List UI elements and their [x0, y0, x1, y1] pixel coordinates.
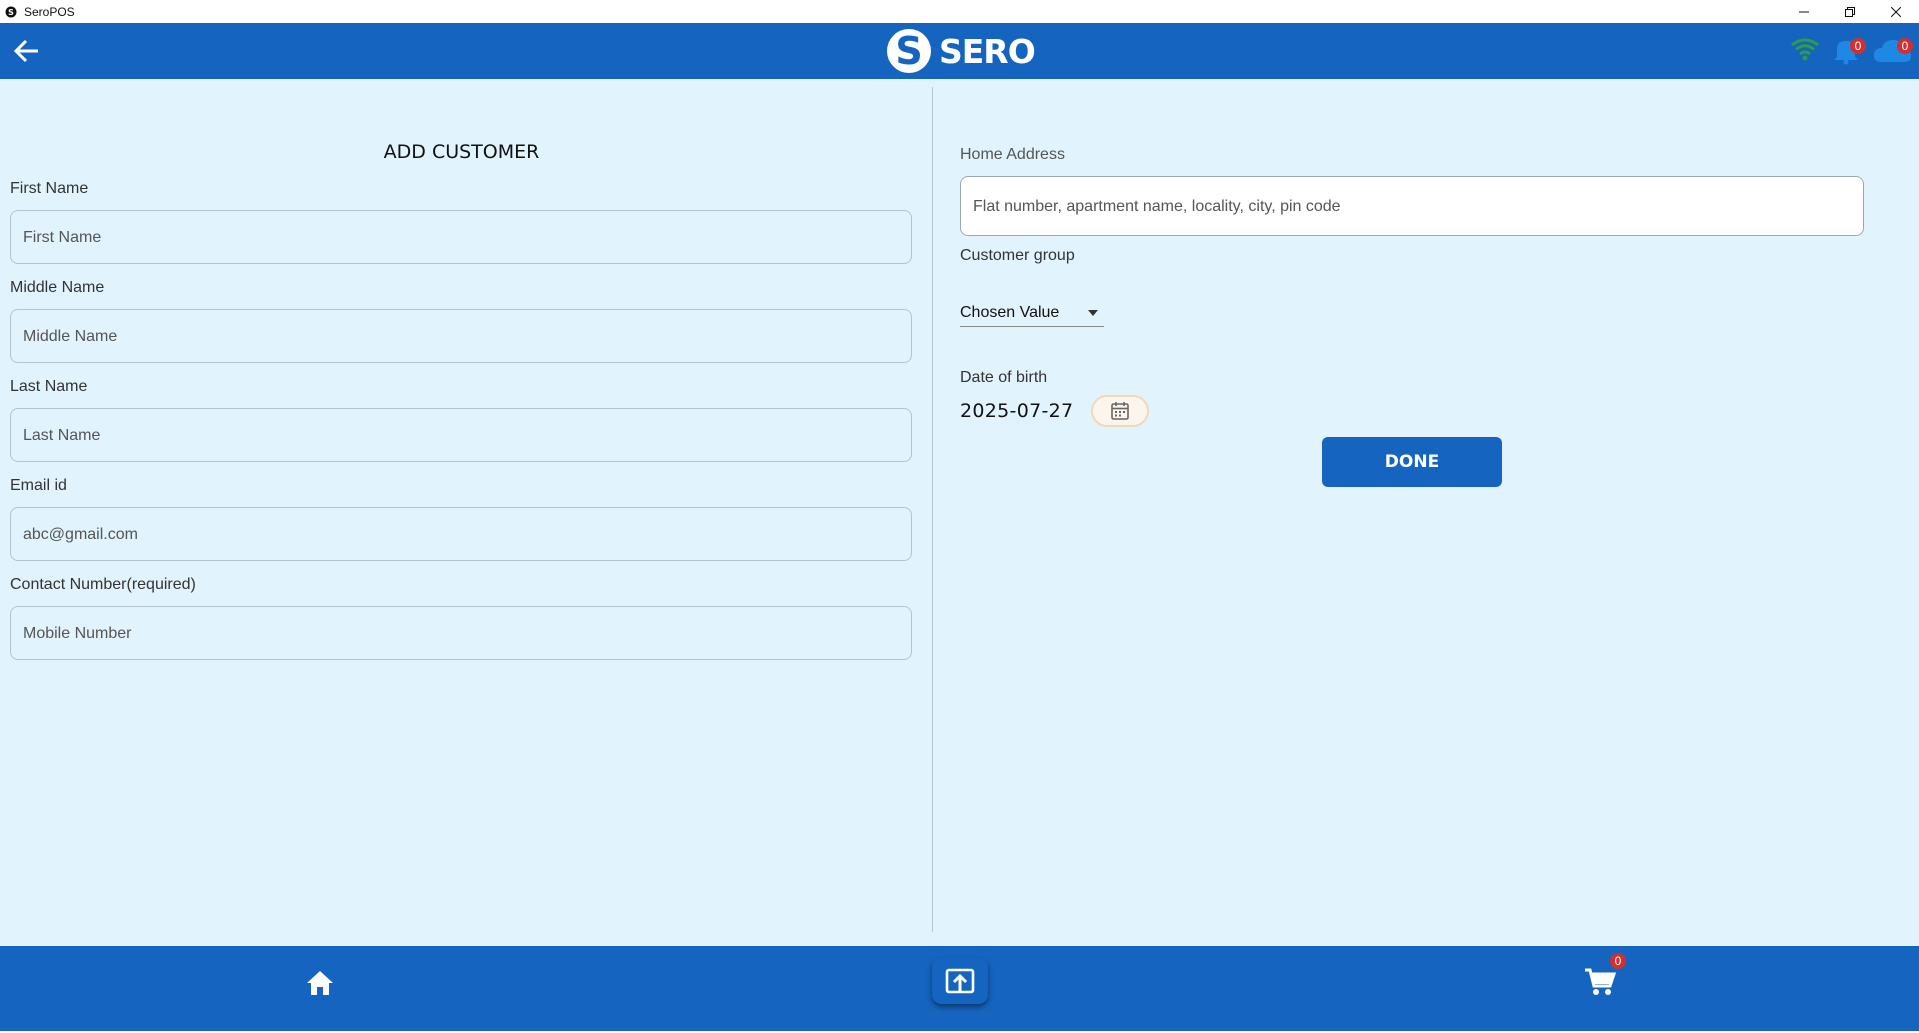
email-input[interactable] [21, 508, 905, 562]
last-name-label: Last Name [10, 378, 88, 395]
middle-name-label: Middle Name [10, 279, 105, 296]
sync-badge: 0 [1897, 38, 1913, 54]
wifi-icon [1791, 38, 1819, 61]
upload-button[interactable] [932, 958, 988, 1004]
customer-group-value: Chosen Value [960, 304, 1060, 321]
dob-value: 2025-07-27 [960, 400, 1074, 422]
sero-logo: S SERO [886, 27, 1036, 75]
column-divider [932, 87, 933, 932]
minimize-icon [1799, 11, 1809, 12]
restore-icon [1845, 6, 1855, 17]
notification-badge: 0 [1850, 38, 1866, 54]
customer-group-label: Customer group [960, 247, 1075, 264]
last-name-input[interactable] [21, 409, 905, 463]
main-content: ADD CUSTOMER First Name Middle Name Last… [0, 79, 1919, 946]
first-name-input[interactable] [21, 211, 905, 265]
cart-icon [1585, 968, 1617, 995]
cart-badge: 0 [1610, 953, 1626, 969]
cart-button[interactable]: 0 [1583, 953, 1626, 998]
app-header: S SERO 0 0 [0, 23, 1919, 79]
date-picker-button[interactable] [1091, 395, 1149, 427]
last-name-field[interactable] [10, 408, 912, 463]
home-address-label: Home Address [960, 146, 1065, 163]
window-titlebar: S SeroPOS [0, 0, 1919, 23]
logo-mark-icon: S [887, 29, 931, 73]
home-icon[interactable] [305, 968, 335, 998]
minimize-button[interactable] [1781, 0, 1827, 23]
back-arrow-icon[interactable] [12, 37, 42, 65]
email-field[interactable] [10, 507, 912, 562]
calendar-icon [1111, 402, 1129, 420]
logo-text: SERO [939, 31, 1036, 71]
contact-number-field[interactable] [10, 606, 912, 661]
page-title: ADD CUSTOMER [383, 141, 540, 163]
first-name-field[interactable] [10, 210, 912, 265]
close-button[interactable] [1873, 0, 1919, 23]
sync-button[interactable]: 0 [1873, 35, 1919, 65]
bottom-nav: 0 [0, 946, 1919, 1031]
close-icon [1891, 6, 1901, 17]
contact-number-label: Contact Number(required) [10, 576, 196, 593]
caret-down-icon [1088, 310, 1098, 316]
middle-name-input[interactable] [21, 310, 905, 364]
app-icon: S [5, 6, 17, 17]
notifications-button[interactable]: 0 [1833, 35, 1867, 65]
middle-name-field[interactable] [10, 309, 912, 364]
customer-group-dropdown[interactable]: Chosen Value [960, 300, 1104, 327]
svg-text:S: S [8, 8, 14, 17]
done-button[interactable]: DONE [1322, 437, 1502, 487]
upload-icon [945, 968, 975, 994]
first-name-label: First Name [10, 180, 89, 197]
home-address-input[interactable] [971, 177, 1855, 237]
mobile-number-input[interactable] [21, 607, 905, 661]
window-title: SeroPOS [24, 4, 75, 19]
home-address-field[interactable] [960, 176, 1864, 237]
svg-text:S: S [895, 29, 922, 73]
email-label: Email id [10, 477, 67, 494]
restore-button[interactable] [1827, 0, 1873, 23]
dob-label: Date of birth [960, 369, 1048, 386]
